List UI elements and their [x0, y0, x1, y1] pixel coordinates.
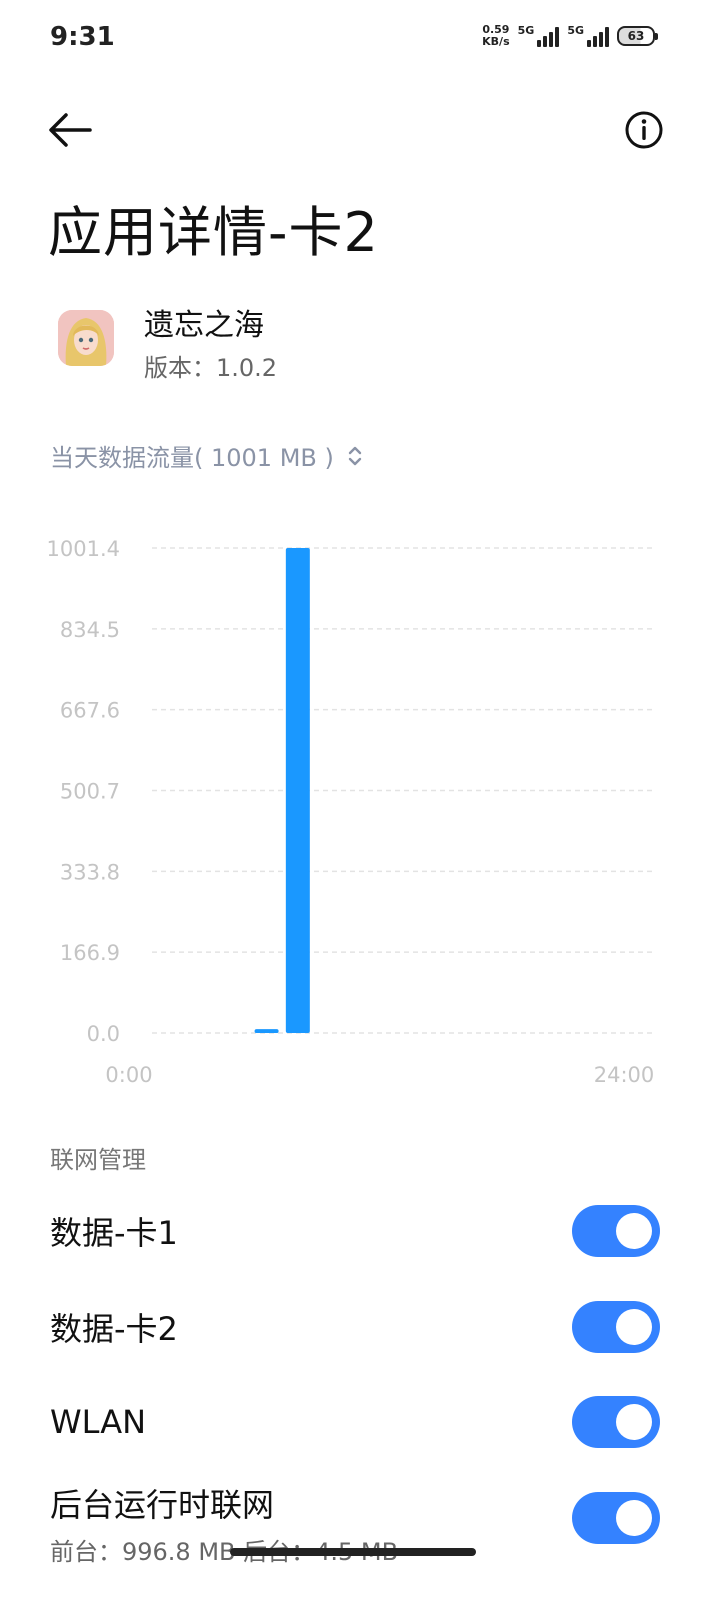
signal-sim1: 5G: [518, 25, 560, 47]
y-tick-label: 834.5: [60, 618, 120, 642]
toggle-wlan[interactable]: [572, 1396, 660, 1448]
battery-icon: 63: [617, 26, 658, 46]
toggle-sim2-data[interactable]: [572, 1301, 660, 1353]
chevron-updown-icon: [348, 446, 362, 465]
signal-bars-icon: [537, 25, 560, 47]
app-version: 版本：1.0.2: [144, 354, 278, 382]
setting-row-wlan: WLAN: [50, 1394, 660, 1450]
y-tick-label: 1001.4: [47, 537, 120, 561]
battery-level: 63: [617, 26, 655, 46]
arrow-left-icon: [49, 113, 92, 147]
back-button[interactable]: [46, 110, 94, 150]
toggle-background-network[interactable]: [572, 1492, 660, 1544]
x-tick-label: 24:00: [594, 1063, 655, 1087]
app-icon: [58, 310, 114, 366]
page-title: 应用详情-卡2: [48, 201, 379, 264]
setting-label: 后台运行时联网: [50, 1486, 275, 1524]
status-time: 9:31: [50, 22, 115, 52]
section-title-network: 联网管理: [50, 1146, 146, 1174]
signal-bars-icon: [587, 25, 609, 47]
setting-row-sim2-data: 数据-卡2: [50, 1299, 660, 1355]
y-tick-label: 0.0: [87, 1022, 120, 1046]
y-tick-label: 667.6: [60, 699, 120, 723]
setting-label: WLAN: [50, 1403, 147, 1441]
setting-label: 数据-卡2: [50, 1310, 178, 1348]
chart-bar[interactable]: [285, 548, 310, 1033]
setting-label: 数据-卡1: [50, 1214, 178, 1252]
info-button[interactable]: [624, 110, 664, 150]
info-circle-icon: [625, 111, 663, 149]
signal-sim2: 5G: [567, 25, 609, 47]
app-name: 遗忘之海: [144, 308, 264, 343]
setting-row-sim1-data: 数据-卡1: [50, 1203, 660, 1259]
daily-usage-chart: 1001.4 834.5 667.6 500.7 333.8 166.9 0.0 0:00 24…: [47, 537, 655, 1087]
y-tick-label: 500.7: [60, 780, 120, 804]
status-indicators: 0.59 KB/s 5G 5G 63: [482, 24, 658, 48]
network-speed: 0.59 KB/s: [482, 24, 509, 48]
chart-bar[interactable]: [254, 1029, 279, 1033]
network-type-label: 5G: [517, 24, 535, 37]
home-indicator[interactable]: [230, 1548, 476, 1556]
traffic-label: 当天数据流量( 1001 MB ): [50, 444, 334, 472]
x-tick-label: 0:00: [105, 1063, 152, 1087]
y-tick-label: 333.8: [60, 860, 120, 884]
network-type-label: 5G: [567, 24, 584, 37]
network-speed-unit: KB/s: [482, 35, 510, 48]
toggle-sim1-data[interactable]: [572, 1205, 660, 1257]
traffic-range-selector[interactable]: 当天数据流量( 1001 MB ): [50, 438, 364, 473]
y-tick-label: 166.9: [60, 941, 120, 965]
